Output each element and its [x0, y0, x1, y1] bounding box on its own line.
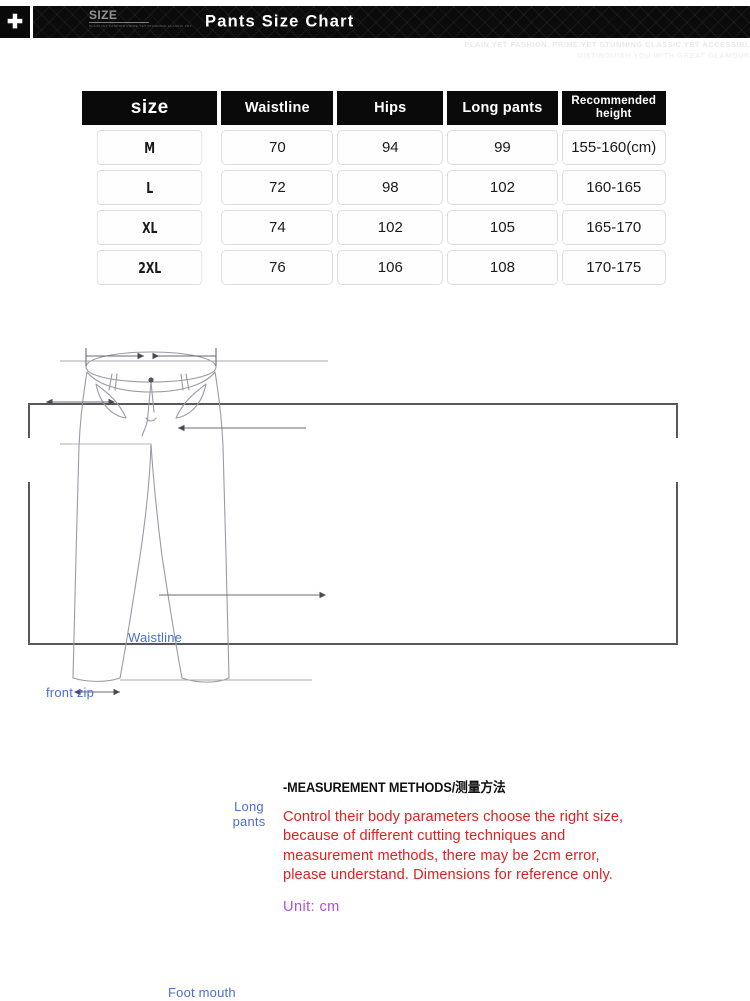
page-title: Pants Size Chart — [205, 12, 355, 31]
cell-size: M — [96, 130, 203, 165]
cell-long-pants: 99 — [447, 130, 558, 165]
watermark-text: PLAIN YET FASHION. PRIME YET STUNNING CL… — [430, 40, 750, 61]
column-header-size: size — [82, 91, 218, 125]
cell-waistline: 70 — [221, 130, 334, 165]
column-header-hips: Hips — [337, 91, 444, 125]
cell-size: 2XL — [96, 250, 203, 285]
column-header-recommended-height: Recommended height — [561, 91, 666, 125]
measurement-line-3: measurement methods, there may be 2cm er… — [283, 847, 600, 864]
pants-line-drawing — [46, 348, 328, 696]
measurement-methods-body: Control their body parameters choose the… — [283, 808, 695, 886]
cell-hips: 102 — [337, 210, 444, 245]
measurement-methods-block: -MEASUREMENT METHODS/测量方法 Control their … — [283, 776, 703, 915]
table-row: L 72 98 102 160-165 — [82, 170, 666, 205]
measurement-diagram-area: Waistline front zip Long pants Foot mout… — [0, 306, 750, 1000]
cell-waistline: 76 — [221, 250, 334, 285]
cell-waistline: 74 — [221, 210, 334, 245]
cell-waistline: 72 — [221, 170, 334, 205]
measurement-unit-note: Unit: cm — [283, 898, 340, 915]
brand-size-mark-main: SIZE — [89, 9, 149, 23]
diagram-label-waistline: Waistline — [128, 630, 183, 645]
frame-gap-right — [673, 438, 682, 482]
watermark-line-1: PLAIN YET FASHION. PRIME YET STUNNING CL… — [464, 40, 750, 49]
cell-long-pants: 105 — [447, 210, 558, 245]
plus-button[interactable]: ✚ — [0, 6, 30, 38]
plus-icon: ✚ — [7, 11, 23, 33]
cell-long-pants: 108 — [447, 250, 558, 285]
cell-height: 155-160(cm) — [561, 130, 666, 165]
measurement-line-2: because of different cutting techniques … — [283, 828, 566, 845]
header-banner-strip: SIZE PLAIN YET FASHION PRIME YET STUNNIN… — [33, 6, 750, 38]
cell-hips: 94 — [337, 130, 444, 165]
cell-long-pants: 102 — [447, 170, 558, 205]
column-header-waistline: Waistline — [221, 91, 334, 125]
measurement-line-1: Control their body parameters choose the… — [283, 809, 624, 825]
table-row: M 70 94 99 155-160(cm) — [82, 130, 666, 165]
watermark-line-2: DISTINGUISH YOU WITH GREAT GLAMOUR — [577, 50, 750, 60]
measurement-methods-heading: -MEASUREMENT METHODS/测量方法 — [283, 780, 506, 795]
cell-height: 160-165 — [561, 170, 666, 205]
diagram-label-front-zip: front zip — [46, 685, 95, 700]
size-chart-table: size Waistline Hips Long pants Recommend… — [78, 86, 670, 290]
measurement-line-4: please understand. Dimensions for refere… — [283, 867, 613, 884]
diagram-label-foot-mouth: Foot mouth — [168, 985, 236, 1000]
cell-hips: 106 — [337, 250, 444, 285]
header-banner: ✚ SIZE PLAIN YET FASHION PRIME YET STUNN… — [0, 6, 750, 38]
table-row: XL 74 102 105 165-170 — [82, 210, 666, 245]
diagram-label-long-pants: Long pants — [232, 799, 266, 829]
cell-size: L — [96, 170, 203, 205]
brand-size-mark-sub: PLAIN YET FASHION PRIME YET STUNNING CLA… — [89, 24, 192, 28]
column-header-long-pants: Long pants — [447, 91, 558, 125]
cell-hips: 98 — [337, 170, 444, 205]
cell-height: 165-170 — [561, 210, 666, 245]
table-row: 2XL 76 106 108 170-175 — [82, 250, 666, 285]
table-header-row: size Waistline Hips Long pants Recommend… — [82, 91, 666, 125]
cell-size: XL — [96, 210, 203, 245]
brand-size-mark: SIZE PLAIN YET FASHION PRIME YET STUNNIN… — [89, 9, 192, 28]
cell-height: 170-175 — [561, 250, 666, 285]
